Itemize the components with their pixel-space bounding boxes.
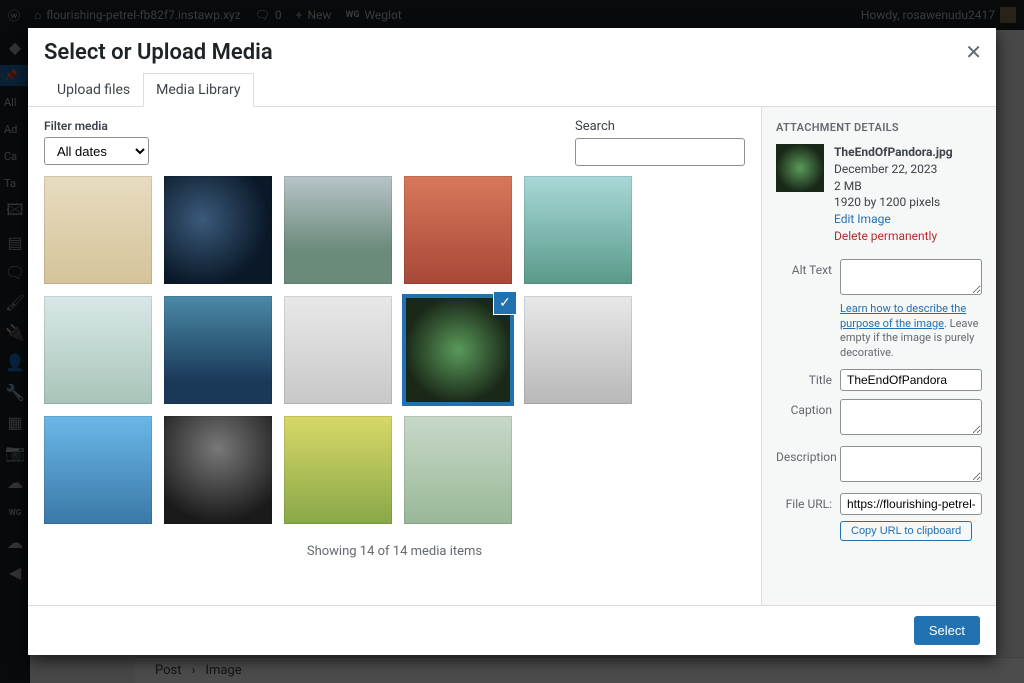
caption-label: Caption [776,399,832,417]
media-thumbnail[interactable] [44,176,152,284]
copy-url-button[interactable]: Copy URL to clipboard [840,521,972,541]
showing-count: Showing 14 of 14 media items [44,544,745,559]
delete-permanently-link[interactable]: Delete permanently [834,228,953,245]
modal-title: Select or Upload Media [44,40,980,65]
search-input[interactable] [575,138,745,166]
alt-text-input[interactable] [840,259,982,295]
edit-image-link[interactable]: Edit Image [834,211,953,228]
modal-footer: Select [28,605,996,655]
media-thumbnail[interactable] [44,416,152,524]
alt-text-label: Alt Text [776,259,832,277]
media-thumbnail[interactable] [164,416,272,524]
attachment-filename: TheEndOfPandora.jpg [834,144,953,161]
media-thumbnail[interactable] [284,416,392,524]
media-thumbnail[interactable] [164,176,272,284]
attachment-details: ATTACHMENT DETAILS TheEndOfPandora.jpg D… [761,107,996,605]
tab-upload-files[interactable]: Upload files [44,73,143,107]
media-modal: ✕ Select or Upload Media Upload files Me… [28,28,996,655]
description-input[interactable] [840,446,982,482]
media-thumbnail[interactable] [284,296,392,404]
attachment-size: 2 MB [834,178,953,195]
media-thumbnail[interactable] [404,176,512,284]
attachment-thumb [776,144,824,192]
media-thumbnail[interactable] [164,296,272,404]
fileurl-label: File URL: [776,493,832,511]
filter-label: Filter media [44,119,149,133]
media-thumbnail[interactable] [44,296,152,404]
filter-dates-select[interactable]: All dates [44,137,149,165]
search-label: Search [575,119,745,134]
fileurl-input[interactable] [840,493,982,515]
select-button[interactable]: Select [914,616,980,645]
description-label: Description [776,446,832,464]
attachment-dimensions: 1920 by 1200 pixels [834,194,953,211]
title-label: Title [776,369,832,387]
close-button[interactable]: ✕ [965,40,982,65]
media-grid [44,176,745,524]
attachment-date: December 22, 2023 [834,161,953,178]
modal-tabs: Upload files Media Library [28,65,996,107]
title-input[interactable] [840,369,982,391]
alt-text-hint: Learn how to describe the purpose of the… [840,302,982,361]
caption-input[interactable] [840,399,982,435]
media-thumbnail[interactable] [524,296,632,404]
media-thumbnail-selected[interactable] [404,296,512,404]
media-thumbnail[interactable] [284,176,392,284]
media-thumbnail[interactable] [524,176,632,284]
details-heading: ATTACHMENT DETAILS [776,121,982,134]
media-thumbnail[interactable] [404,416,512,524]
media-area: Filter media All dates Search [28,107,761,605]
tab-media-library[interactable]: Media Library [143,73,253,107]
